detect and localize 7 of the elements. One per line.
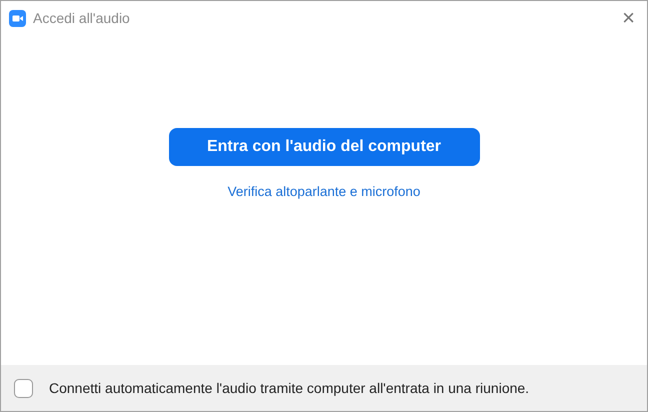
checkbox[interactable] bbox=[14, 378, 33, 398]
join-audio-button[interactable]: Entra con l'audio del computer bbox=[168, 128, 480, 166]
checkbox-label: Connetti automaticamente l'audio tramite computer all'entrata in una riunione. bbox=[49, 378, 530, 398]
close-button[interactable]: × bbox=[622, 7, 635, 29]
test-speaker-link[interactable]: Verifica altoparlante e microfono bbox=[228, 182, 420, 202]
window-title: Accedi all'audio bbox=[33, 8, 130, 28]
video-camera-icon bbox=[9, 10, 26, 26]
